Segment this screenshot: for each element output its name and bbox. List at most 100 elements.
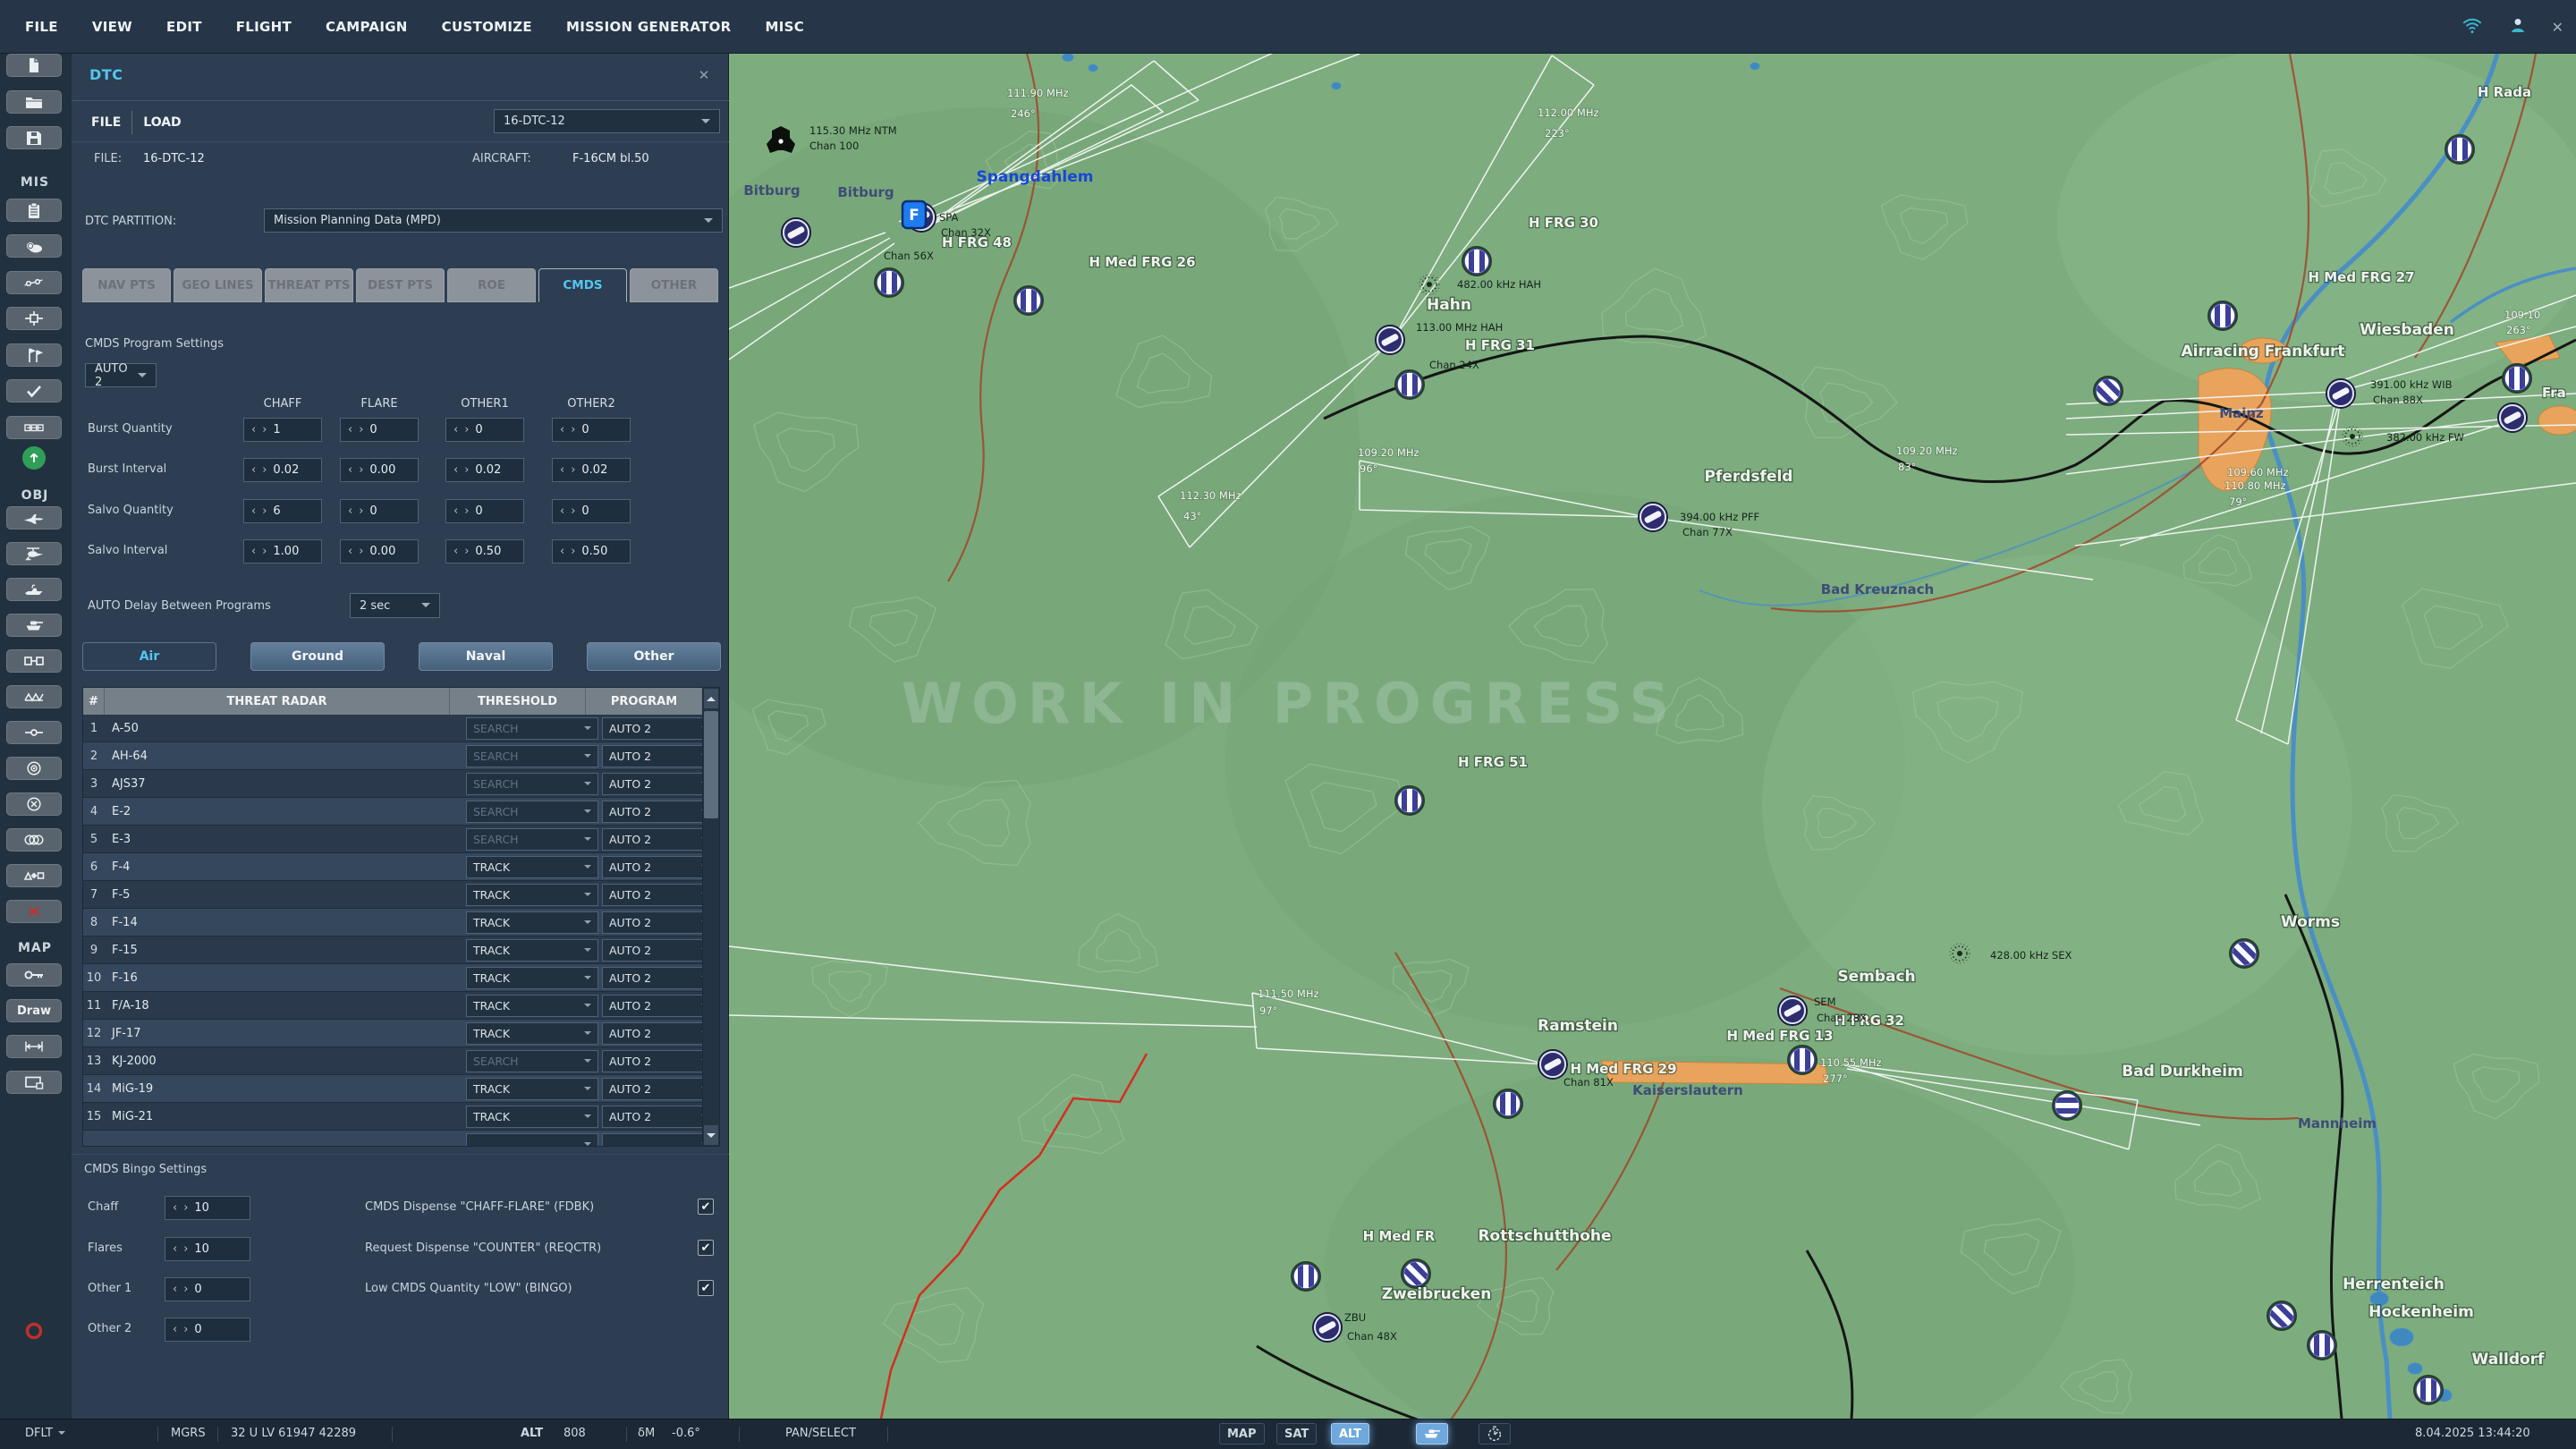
table-row[interactable]: 13KJ-2000SEARCHAUTO 2 — [83, 1047, 719, 1075]
jet-button[interactable] — [6, 506, 62, 530]
step-left-icon[interactable]: ‹ — [251, 464, 256, 476]
key-button[interactable] — [6, 963, 62, 987]
close-window-icon[interactable]: ✕ — [2552, 19, 2563, 36]
dtc-menu-load[interactable]: LOAD — [143, 115, 181, 130]
step-left-icon[interactable]: ‹ — [173, 1202, 177, 1214]
menu-mission-generator[interactable]: MISSION GENERATOR — [566, 19, 732, 35]
threshold-dropdown[interactable]: SEARCH — [466, 801, 598, 823]
step-left-icon[interactable]: ‹ — [560, 464, 564, 476]
helicopter-button[interactable] — [6, 542, 62, 565]
step-right-icon[interactable]: › — [571, 505, 575, 517]
step-left-icon[interactable]: ‹ — [453, 505, 458, 517]
ship-button[interactable] — [6, 578, 62, 601]
circle-x-button[interactable] — [6, 792, 62, 816]
program-dropdown[interactable]: AUTO 2 — [602, 995, 716, 1017]
view-button-sat[interactable]: SAT — [1276, 1423, 1317, 1445]
step-left-icon[interactable]: ‹ — [348, 546, 352, 557]
stepper-burst-interval-2[interactable]: ‹›0.02 — [445, 458, 524, 482]
stepper-salvo-quantity-0[interactable]: ‹›6 — [243, 499, 322, 523]
helicopter-unit-symbol[interactable] — [1396, 787, 1424, 815]
bingo-stepper-other-1[interactable]: ‹›0 — [165, 1277, 250, 1301]
program-dropdown[interactable]: AUTO 2 — [602, 884, 716, 906]
step-right-icon[interactable]: › — [183, 1324, 188, 1335]
step-right-icon[interactable]: › — [571, 464, 575, 476]
tab-dest-pts[interactable]: DEST PTS — [356, 268, 445, 302]
table-row[interactable] — [83, 1131, 719, 1147]
step-right-icon[interactable]: › — [359, 424, 363, 436]
threshold-dropdown[interactable]: SEARCH — [466, 828, 598, 851]
table-row[interactable]: 10F-16TRACKAUTO 2 — [83, 964, 719, 992]
table-row[interactable]: 3AJS37SEARCHAUTO 2 — [83, 770, 719, 798]
table-row[interactable]: 1A-50SEARCHAUTO 2 — [83, 715, 719, 742]
step-right-icon[interactable]: › — [262, 505, 267, 517]
bingo-stepper-other-2[interactable]: ‹›0 — [165, 1318, 250, 1342]
stepper-burst-interval-3[interactable]: ‹›0.02 — [552, 458, 631, 482]
step-left-icon[interactable]: ‹ — [560, 424, 564, 436]
step-left-icon[interactable]: ‹ — [251, 546, 256, 557]
flags-button[interactable] — [6, 343, 62, 367]
user-icon[interactable] — [2507, 15, 2529, 38]
program-dropdown[interactable]: AUTO 2 — [602, 1078, 716, 1100]
scroll-down-icon[interactable] — [704, 1125, 718, 1145]
select-area-button[interactable] — [6, 1071, 62, 1094]
menu-file[interactable]: FILE — [25, 19, 58, 35]
tab-roe[interactable]: ROE — [447, 268, 536, 302]
threshold-dropdown[interactable]: SEARCH — [466, 717, 598, 740]
threat-table-scrollbar[interactable] — [702, 688, 719, 1147]
cmds-program-selector[interactable]: AUTO 2 — [85, 363, 157, 387]
helicopter-unit-symbol[interactable] — [2504, 365, 2531, 393]
time-clock-button[interactable] — [1479, 1423, 1511, 1445]
node-line-button[interactable] — [6, 721, 62, 744]
menu-campaign[interactable]: CAMPAIGN — [326, 19, 408, 35]
dtc-file-dropdown[interactable]: 16-DTC-12 — [494, 109, 720, 133]
airfield-symbol[interactable] — [1376, 326, 1404, 354]
stepper-burst-interval-1[interactable]: ‹›0.00 — [340, 458, 419, 482]
tab-geo-lines[interactable]: GEO LINES — [174, 268, 262, 302]
step-right-icon[interactable]: › — [359, 546, 363, 557]
draw-button[interactable]: Draw — [6, 999, 62, 1022]
category-button-ground[interactable]: Ground — [250, 642, 385, 671]
threshold-dropdown[interactable]: TRACK — [466, 1022, 598, 1045]
network-nodes-button[interactable] — [6, 271, 62, 294]
program-dropdown[interactable]: AUTO 2 — [602, 1022, 716, 1045]
profile-dropdown[interactable]: DFLT — [25, 1427, 65, 1440]
up-arrow-button[interactable] — [6, 446, 62, 470]
table-row[interactable]: 8F-14TRACKAUTO 2 — [83, 909, 719, 936]
menu-flight[interactable]: FLIGHT — [236, 19, 292, 35]
program-dropdown[interactable]: AUTO 2 — [602, 717, 716, 740]
stepper-burst-quantity-0[interactable]: ‹›1 — [243, 418, 322, 442]
flight-badge[interactable]: F — [902, 201, 926, 228]
program-dropdown[interactable]: AUTO 2 — [602, 745, 716, 767]
helicopter-unit-symbol[interactable] — [2094, 377, 2123, 406]
threshold-dropdown[interactable]: TRACK — [466, 884, 598, 906]
stepper-salvo-interval-1[interactable]: ‹›0.00 — [340, 539, 419, 564]
stepper-burst-interval-0[interactable]: ‹›0.02 — [243, 458, 322, 482]
step-left-icon[interactable]: ‹ — [348, 464, 352, 476]
airfield-symbol[interactable] — [1639, 503, 1667, 531]
helicopter-unit-symbol[interactable] — [1396, 371, 1424, 399]
stepper-salvo-quantity-3[interactable]: ‹›0 — [552, 499, 631, 523]
dtc-menu-file[interactable]: FILE — [91, 115, 121, 130]
stepper-salvo-quantity-2[interactable]: ‹›0 — [445, 499, 524, 523]
helicopter-unit-symbol[interactable] — [2209, 302, 2237, 330]
step-left-icon[interactable]: ‹ — [453, 424, 458, 436]
table-row[interactable]: 12JF-17TRACKAUTO 2 — [83, 1020, 719, 1047]
stepper-burst-quantity-3[interactable]: ‹›0 — [552, 418, 631, 442]
helicopter-unit-symbol[interactable] — [2230, 939, 2259, 969]
step-right-icon[interactable]: › — [262, 464, 267, 476]
step-right-icon[interactable]: › — [464, 546, 469, 557]
menu-customize[interactable]: CUSTOMIZE — [442, 19, 532, 35]
dtc-close-icon[interactable]: ✕ — [693, 64, 715, 86]
delete-x-button[interactable] — [6, 900, 62, 923]
table-row[interactable]: 6F-4TRACKAUTO 2 — [83, 853, 719, 881]
airfield-symbol[interactable] — [1778, 996, 1807, 1025]
category-button-other[interactable]: Other — [587, 642, 721, 671]
save-button[interactable] — [6, 126, 62, 149]
helicopter-unit-symbol[interactable] — [2309, 1332, 2336, 1360]
program-dropdown[interactable]: AUTO 2 — [602, 1050, 716, 1072]
program-dropdown[interactable] — [602, 1133, 716, 1148]
threshold-dropdown[interactable]: TRACK — [466, 1106, 598, 1128]
view-button-alt[interactable]: ALT — [1331, 1423, 1369, 1445]
airfield-symbol[interactable] — [2498, 403, 2527, 432]
program-dropdown[interactable]: AUTO 2 — [602, 967, 716, 989]
